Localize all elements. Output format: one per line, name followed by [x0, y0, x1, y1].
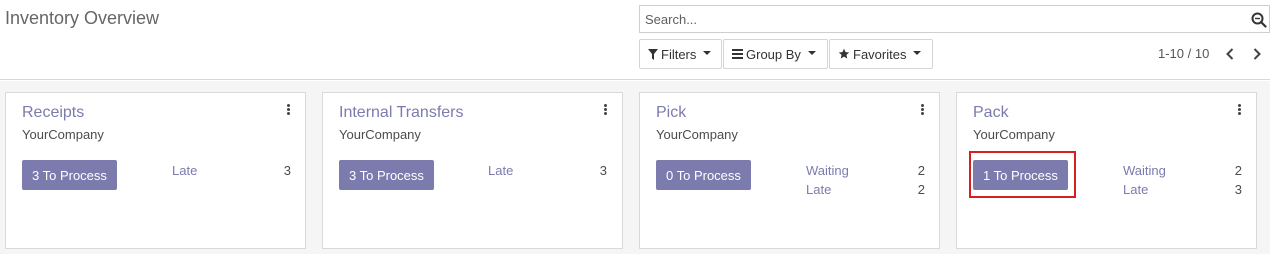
card-company: YourCompany [339, 127, 421, 142]
caret-down-icon [913, 51, 922, 55]
search-box[interactable] [639, 5, 1270, 33]
group-by-label: Group By [746, 46, 801, 62]
card-receipts[interactable]: Receipts YourCompany 3 To Process Late 3 [5, 92, 306, 249]
stat-late-label[interactable]: Late [1123, 182, 1148, 197]
filters-label: Filters [661, 46, 697, 62]
star-icon [838, 48, 850, 59]
card-company: YourCompany [973, 127, 1055, 142]
vertical-dots-icon[interactable] [604, 104, 608, 116]
card-title[interactable]: Receipts [22, 104, 84, 122]
bars-icon [732, 49, 743, 59]
card-pick[interactable]: Pick YourCompany 0 To Process Waiting 2 … [639, 92, 940, 249]
to-process-button[interactable]: 3 To Process [339, 160, 434, 190]
stat-late-value: 2 [917, 182, 925, 197]
card-title[interactable]: Pick [656, 104, 686, 122]
group-by-button[interactable]: Group By [723, 39, 828, 69]
stat-waiting-label[interactable]: Waiting [1123, 163, 1166, 178]
card-company: YourCompany [22, 127, 104, 142]
control-panel: Inventory Overview Filters Group By Favo… [0, 0, 1270, 80]
pager-value[interactable]: 1-10 / 10 [1158, 46, 1209, 61]
stat-late-value: 3 [599, 163, 607, 178]
caret-down-icon [703, 51, 712, 55]
caret-down-icon [807, 51, 816, 55]
stat-waiting-value: 2 [1234, 163, 1242, 178]
stat-waiting-value: 2 [917, 163, 925, 178]
to-process-button[interactable]: 3 To Process [22, 160, 117, 190]
card-title[interactable]: Internal Transfers [339, 104, 464, 122]
vertical-dots-icon[interactable] [1238, 104, 1242, 116]
card-internal-transfers[interactable]: Internal Transfers YourCompany 3 To Proc… [322, 92, 623, 249]
favorites-label: Favorites [853, 46, 907, 62]
stat-late-label[interactable]: Late [488, 163, 513, 178]
filter-icon [648, 48, 658, 60]
chevron-left-icon[interactable] [1223, 46, 1237, 62]
search-input[interactable] [640, 6, 1230, 32]
card-pack[interactable]: Pack YourCompany 1 To Process Waiting 2 … [956, 92, 1257, 249]
filters-button[interactable]: Filters [639, 39, 722, 69]
stat-late-value: 3 [1234, 182, 1242, 197]
search-icon[interactable] [1251, 12, 1267, 28]
card-title[interactable]: Pack [973, 104, 1009, 122]
to-process-button[interactable]: 0 To Process [656, 160, 751, 190]
vertical-dots-icon[interactable] [921, 104, 925, 116]
favorites-button[interactable]: Favorites [829, 39, 933, 69]
page-title: Inventory Overview [5, 8, 160, 28]
to-process-button[interactable]: 1 To Process [973, 160, 1068, 190]
card-company: YourCompany [656, 127, 738, 142]
stat-late-label[interactable]: Late [806, 182, 831, 197]
stat-late-value: 3 [283, 163, 291, 178]
chevron-right-icon[interactable] [1250, 46, 1264, 62]
stat-late-label[interactable]: Late [172, 163, 197, 178]
stat-waiting-label[interactable]: Waiting [806, 163, 849, 178]
vertical-dots-icon[interactable] [287, 104, 291, 116]
